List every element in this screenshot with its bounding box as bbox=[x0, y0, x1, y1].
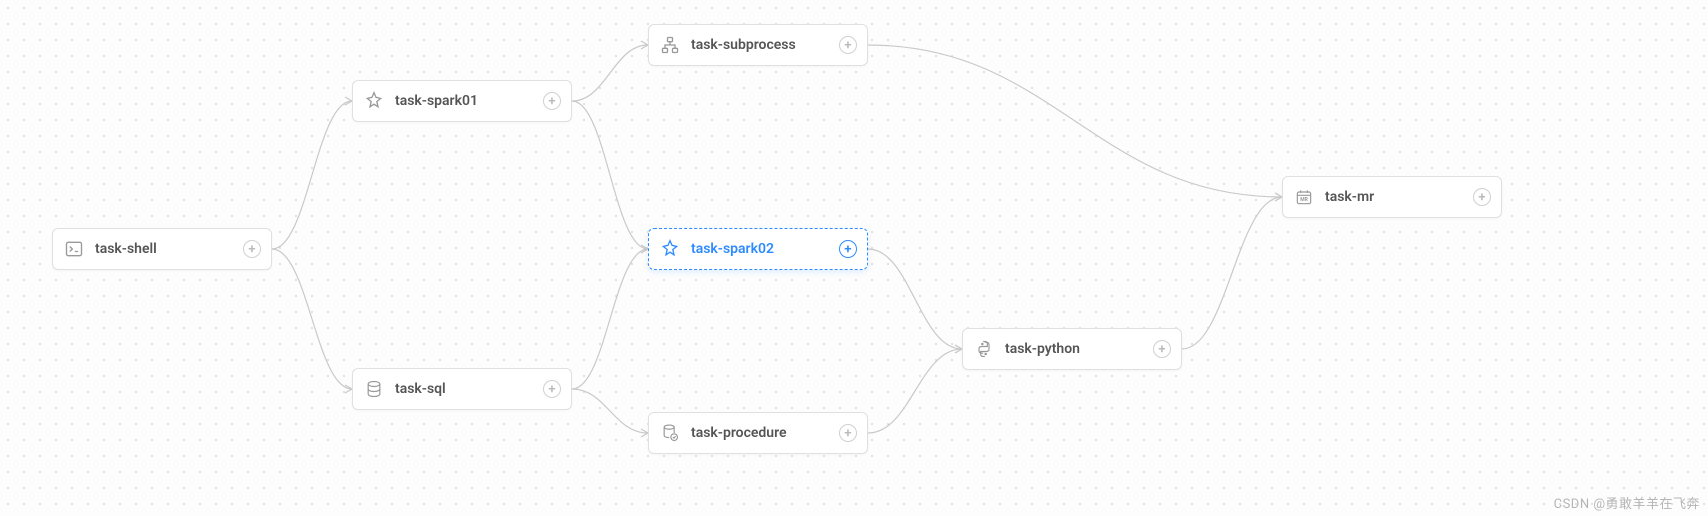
edge bbox=[868, 45, 1282, 197]
edge-arrow bbox=[641, 245, 648, 253]
node-task-shell[interactable]: task-shell + bbox=[52, 228, 272, 270]
edge bbox=[572, 101, 648, 249]
node-label: task-python bbox=[1005, 341, 1153, 357]
add-icon[interactable]: + bbox=[543, 380, 561, 398]
edge bbox=[572, 389, 648, 433]
add-icon[interactable]: + bbox=[839, 424, 857, 442]
edge-arrow bbox=[1275, 193, 1282, 201]
edge bbox=[868, 249, 962, 349]
add-icon[interactable]: + bbox=[1473, 188, 1491, 206]
edge-arrow bbox=[345, 97, 352, 105]
node-label: task-shell bbox=[95, 241, 243, 257]
node-label: task-mr bbox=[1325, 189, 1473, 205]
node-label: task-spark02 bbox=[691, 241, 839, 257]
node-label: task-sql bbox=[395, 381, 543, 397]
node-label: task-procedure bbox=[691, 425, 839, 441]
add-icon[interactable]: + bbox=[839, 240, 857, 258]
edge bbox=[1182, 197, 1282, 349]
edge bbox=[272, 101, 352, 249]
watermark-text: CSDN @勇敢羊羊在飞奔 bbox=[1554, 493, 1700, 512]
add-icon[interactable]: + bbox=[543, 92, 561, 110]
edge-arrow bbox=[641, 429, 648, 437]
node-task-spark01[interactable]: task-spark01 + bbox=[352, 80, 572, 122]
procedure-icon bbox=[659, 422, 681, 444]
edge-arrow bbox=[1275, 193, 1282, 201]
python-icon bbox=[973, 338, 995, 360]
edge bbox=[272, 249, 352, 389]
node-label: task-spark01 bbox=[395, 93, 543, 109]
node-task-subprocess[interactable]: task-subprocess + bbox=[648, 24, 868, 66]
svg-text:MR: MR bbox=[1300, 197, 1308, 203]
edge-arrow bbox=[641, 41, 648, 49]
node-task-spark02[interactable]: task-spark02 + bbox=[648, 228, 868, 270]
edge bbox=[868, 349, 962, 433]
edge-arrow bbox=[641, 245, 648, 253]
node-task-procedure[interactable]: task-procedure + bbox=[648, 412, 868, 454]
edge bbox=[572, 249, 648, 389]
add-icon[interactable]: + bbox=[1153, 340, 1171, 358]
spark-icon bbox=[363, 90, 385, 112]
node-task-sql[interactable]: task-sql + bbox=[352, 368, 572, 410]
edge bbox=[572, 45, 648, 101]
sql-icon bbox=[363, 378, 385, 400]
edge-arrow bbox=[345, 385, 352, 393]
node-task-python[interactable]: task-python + bbox=[962, 328, 1182, 370]
node-label: task-subprocess bbox=[691, 37, 839, 53]
add-icon[interactable]: + bbox=[839, 36, 857, 54]
subprocess-icon bbox=[659, 34, 681, 56]
terminal-icon bbox=[63, 238, 85, 260]
edge-arrow bbox=[955, 345, 962, 353]
spark-icon bbox=[659, 238, 681, 260]
add-icon[interactable]: + bbox=[243, 240, 261, 258]
mr-icon: MR bbox=[1293, 186, 1315, 208]
node-task-mr[interactable]: MR task-mr + bbox=[1282, 176, 1502, 218]
edge-arrow bbox=[955, 345, 962, 353]
